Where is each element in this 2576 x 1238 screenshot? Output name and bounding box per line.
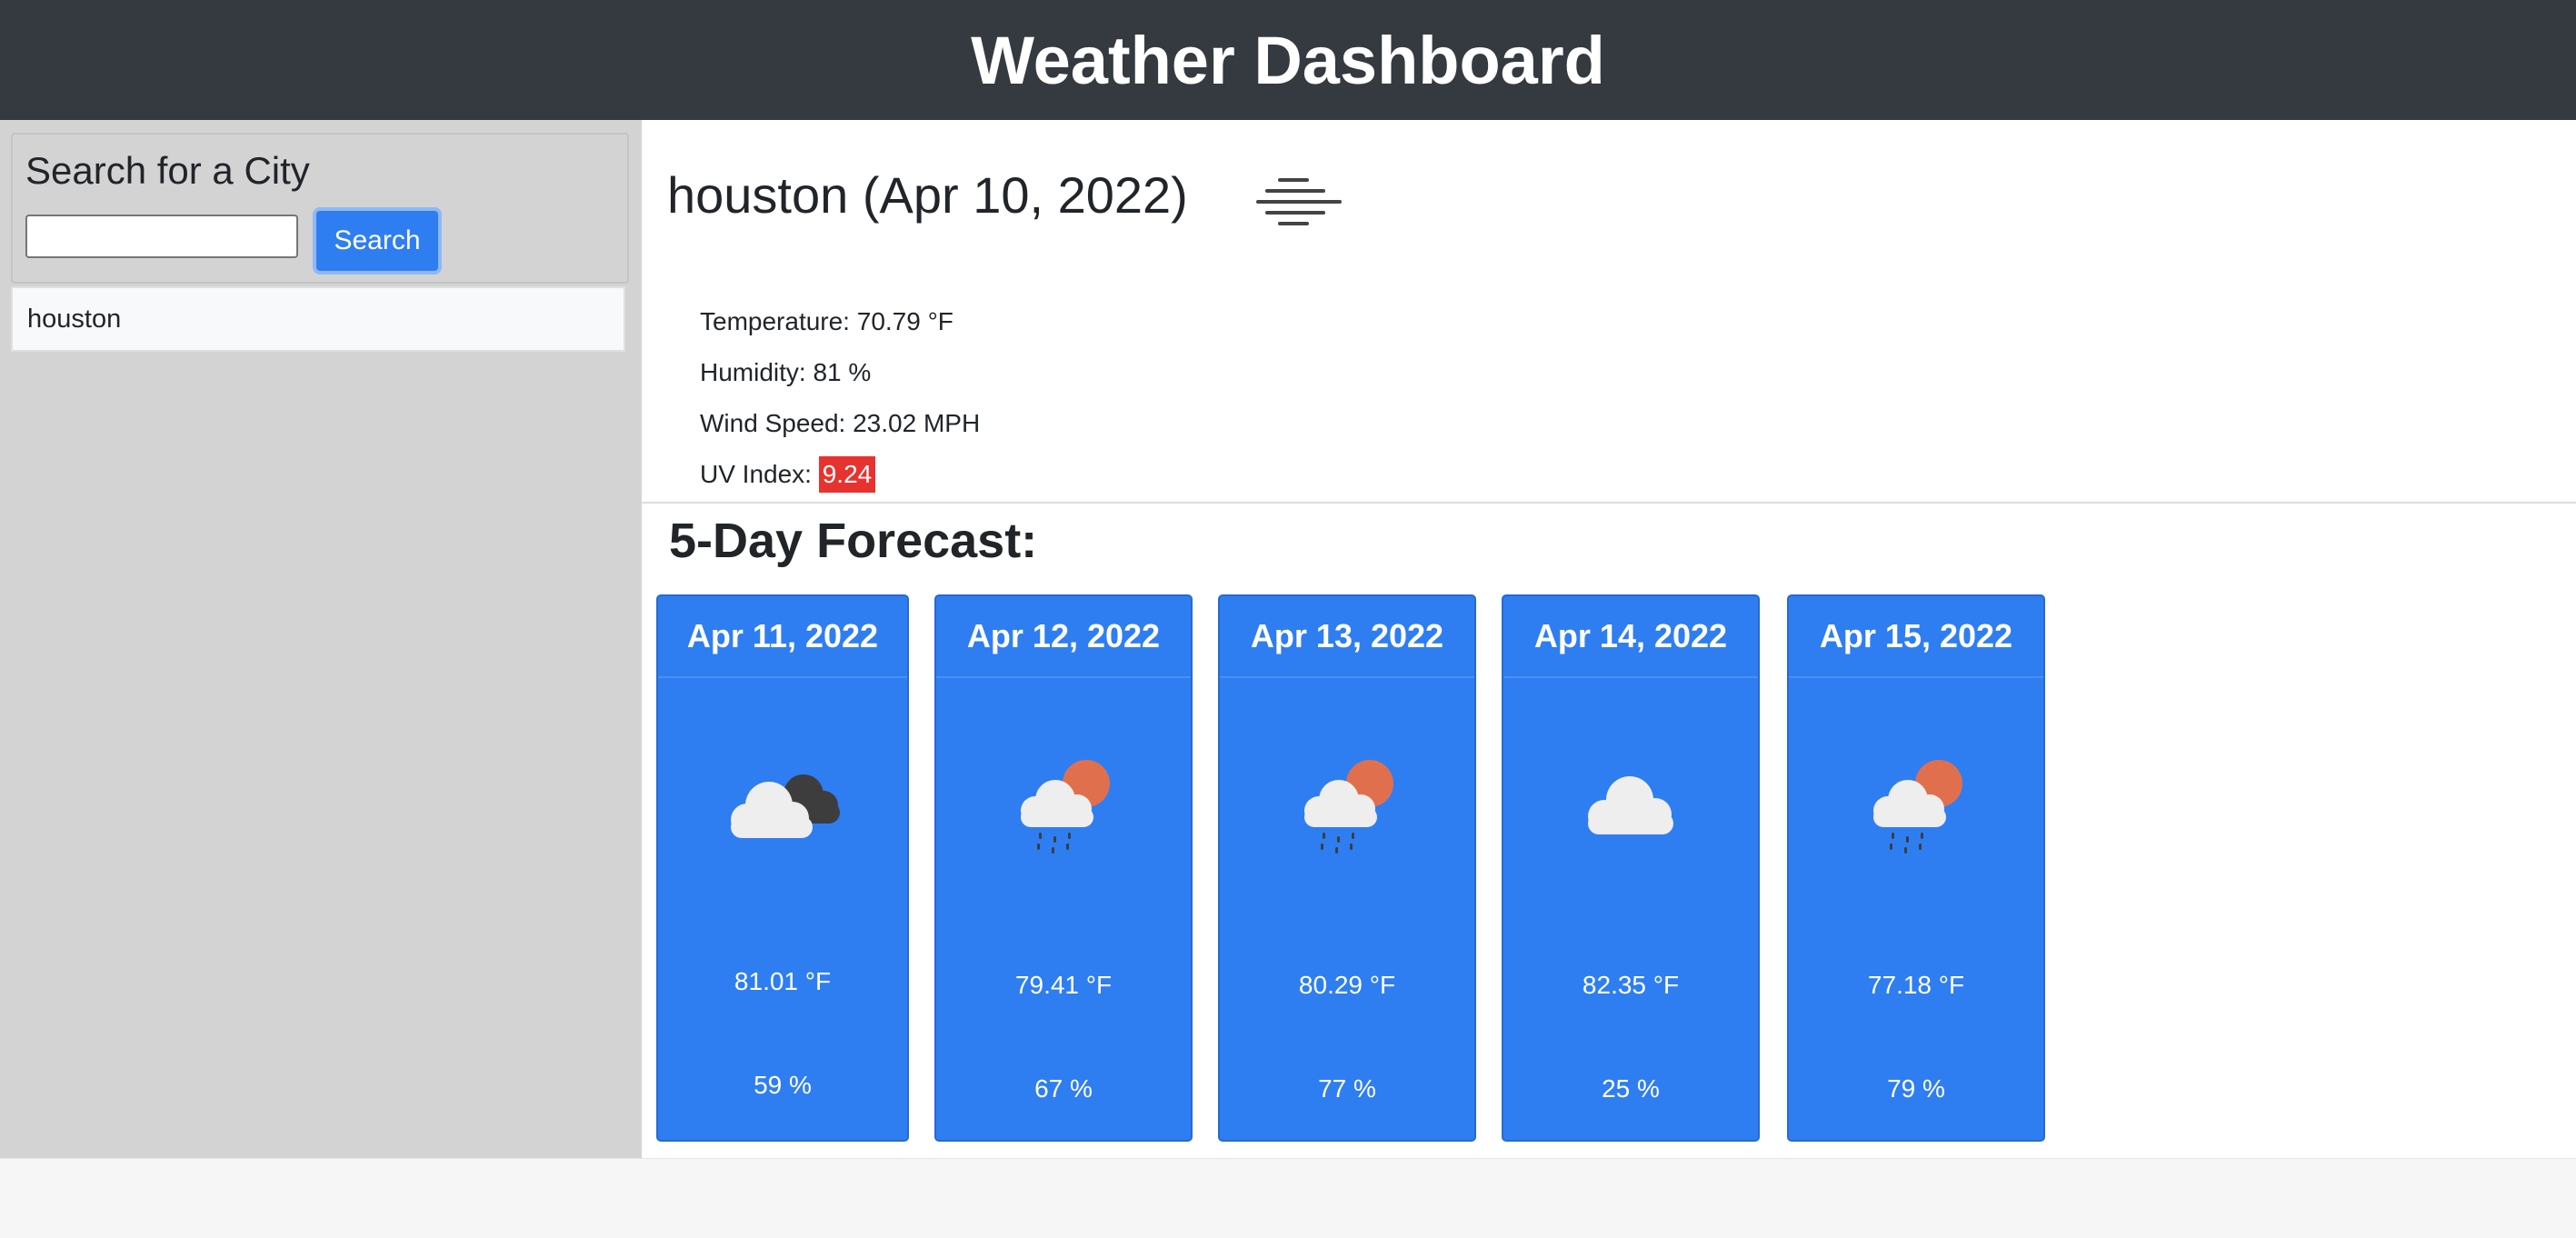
current-weather: houston (Apr 10, 2022) Temperature: 70.7… (642, 120, 2576, 504)
forecast-date: Apr 11, 2022 (658, 596, 907, 678)
forecast-card: Apr 13, 2022 80.29 °F 77 % (1218, 594, 1476, 1142)
uv-index-badge: 9.24 (818, 456, 876, 493)
city-search-input[interactable] (25, 215, 298, 258)
search-panel: Search for a City Search (11, 133, 629, 284)
rain-sun-icon (1873, 760, 1962, 854)
forecast-temp: 82.35 °F (1582, 971, 1680, 999)
broken-clouds-icon (731, 774, 840, 838)
page-header: Weather Dashboard (0, 0, 2576, 120)
forecast-temp: 81.01 °F (734, 967, 832, 995)
forecast-date: Apr 12, 2022 (936, 596, 1191, 678)
forecast-card: Apr 11, 2022 81.01 °F 59 % (656, 594, 909, 1142)
forecast-humidity: 25 % (1602, 1074, 1660, 1103)
page-footer-area (0, 1158, 2576, 1238)
fog-icon (1256, 178, 1342, 225)
search-button[interactable]: Search (313, 207, 442, 275)
history-item-houston[interactable]: houston (11, 286, 625, 352)
search-title: Search for a City (25, 149, 310, 192)
current-wind-speed: Wind Speed: 23.02 MPH (700, 409, 981, 437)
forecast-temp: 77.18 °F (1867, 971, 1965, 999)
forecast-date: Apr 14, 2022 (1503, 596, 1758, 678)
cloud-icon (1588, 776, 1673, 834)
page-title: Weather Dashboard (971, 22, 1605, 98)
forecast-card: Apr 14, 2022 82.35 °F 25 % (1502, 594, 1760, 1142)
current-humidity: Humidity: 81 % (700, 358, 872, 386)
current-temperature: Temperature: 70.79 °F (700, 307, 954, 335)
forecast-date: Apr 15, 2022 (1789, 596, 2043, 678)
forecast-temp: 80.29 °F (1298, 971, 1396, 999)
forecast-humidity: 79 % (1887, 1074, 1945, 1103)
rain-sun-icon (1021, 760, 1110, 854)
sidebar: Search for a City Search houston (0, 120, 642, 1158)
forecast-title: 5-Day Forecast: (669, 514, 1038, 568)
forecast-humidity: 59 % (754, 1071, 812, 1099)
forecast-humidity: 67 % (1034, 1074, 1093, 1103)
rain-sun-icon (1304, 760, 1393, 854)
forecast-card: Apr 12, 2022 79.41 °F 67 % (934, 594, 1193, 1142)
forecast-date: Apr 13, 2022 (1220, 596, 1474, 678)
forecast-temp: 79.41 °F (1014, 971, 1113, 999)
current-city-title: houston (Apr 10, 2022) (667, 166, 1188, 224)
forecast-humidity: 77 % (1318, 1074, 1376, 1103)
uv-index-label: UV Index: (700, 460, 819, 488)
forecast-card: Apr 15, 2022 77.18 °F 79 % (1787, 594, 2045, 1142)
current-uv-index: UV Index: 9.24 (700, 456, 876, 493)
forecast-section: 5-Day Forecast: Apr 11, 2022 81.01 °F 59… (642, 504, 2576, 1158)
